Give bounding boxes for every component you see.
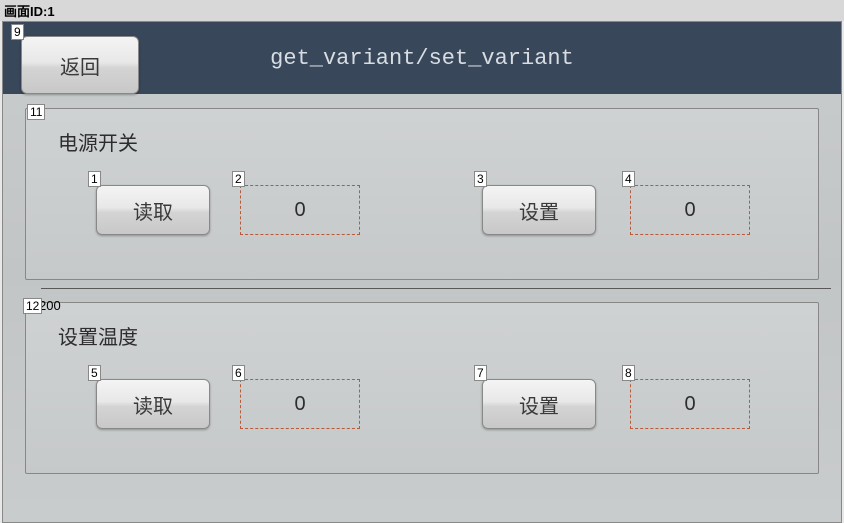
screen: 9 返回 get_variant/set_variant 11 电源开关 1 读… [2, 21, 842, 523]
power-set-button[interactable]: 设置 [482, 185, 596, 235]
tag-p1-set-val: 4 [622, 171, 635, 187]
divider [41, 288, 831, 289]
tag-p1-read-val: 2 [232, 171, 245, 187]
tag-back: 9 [11, 24, 24, 40]
tag-p2-set-btn: 7 [474, 365, 487, 381]
temperature-set-button[interactable]: 设置 [482, 379, 596, 429]
tag-p1-read-btn: 1 [88, 171, 101, 187]
panel-power: 电源开关 1 读取 2 0 3 设置 4 0 [25, 108, 819, 280]
tag-p2-read-val: 6 [232, 365, 245, 381]
power-set-value[interactable]: 0 [630, 185, 750, 235]
tag-panel2: 12 [23, 298, 42, 314]
header-bar: 9 返回 get_variant/set_variant [3, 22, 841, 94]
tag-p1-set-btn: 3 [474, 171, 487, 187]
panel-temperature: 设置温度 5 读取 6 0 7 设置 8 0 [25, 302, 819, 474]
temperature-read-button[interactable]: 读取 [96, 379, 210, 429]
back-button[interactable]: 返回 [21, 36, 139, 94]
tag-p2-read-btn: 5 [88, 365, 101, 381]
panel-power-label: 电源开关 [58, 127, 138, 156]
power-read-value[interactable]: 0 [240, 185, 360, 235]
power-read-button[interactable]: 读取 [96, 185, 210, 235]
temperature-read-value[interactable]: 0 [240, 379, 360, 429]
panel-temperature-label: 设置温度 [58, 321, 138, 350]
top-id-bar: 画面ID:1 [0, 0, 844, 21]
tag-panel1: 11 [27, 104, 45, 120]
tag-p2-set-val: 8 [622, 365, 635, 381]
temperature-set-value[interactable]: 0 [630, 379, 750, 429]
